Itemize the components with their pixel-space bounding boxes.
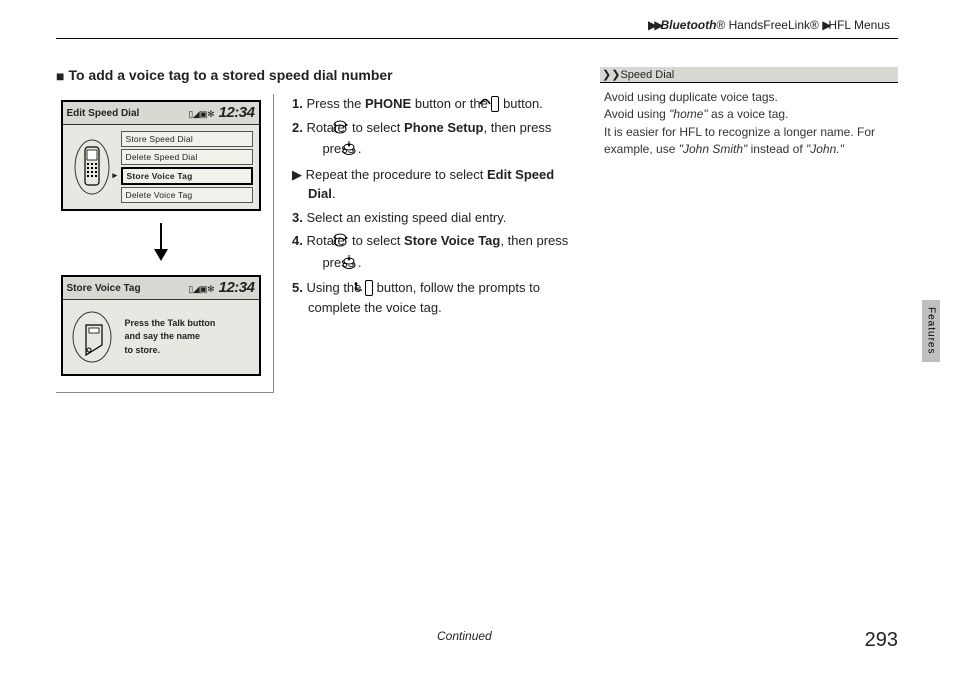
step-1: 1. Press the PHONE button or the button.: [292, 94, 576, 114]
phone-graphic-icon: [69, 139, 115, 195]
lcd-prompt: Press the Talk button and say the name t…: [121, 315, 220, 360]
continued-label: Continued: [437, 629, 492, 643]
breadcrumb-2: HandsFreeLink: [725, 18, 810, 32]
tip-line: Avoid using duplicate voice tags.: [604, 89, 894, 106]
breadcrumb-1: Bluetooth: [660, 18, 716, 32]
tip-body: Avoid using duplicate voice tags. Avoid …: [600, 83, 898, 165]
step-2-sub: ▶ Repeat the procedure to select Edit Sp…: [292, 165, 576, 204]
arrow-down-icon: [151, 221, 171, 265]
talk-icon: [365, 280, 373, 296]
instruction-steps: 1. Press the PHONE button or the button.…: [292, 94, 576, 393]
phone-tag-graphic-icon: [69, 311, 115, 363]
lcd-clock: 12:34: [219, 104, 255, 121]
screenshot-panel: Edit Speed Dial ▯◢▣✻ 12:34: [56, 94, 274, 393]
tip-line: It is easier for HFL to recognize a long…: [604, 124, 894, 159]
side-tab-features: Features: [922, 300, 940, 362]
menu-item: Delete Speed Dial: [121, 149, 253, 165]
page-number: 293: [865, 629, 898, 652]
breadcrumb-3: HFL Menus: [828, 18, 890, 32]
step-3: 3. Select an existing speed dial entry.: [292, 208, 576, 228]
step-2: 2. Rotate to select Phone Setup, then pr…: [292, 118, 576, 161]
lcd-menu: Store Speed Dial Delete Speed Dial Store…: [121, 131, 253, 203]
section-title: ■To add a voice tag to a stored speed di…: [56, 67, 576, 84]
lcd-screen-store-voice-tag: Store Voice Tag ▯◢▣✻ 12:34: [61, 275, 261, 376]
triangle-icon: ▶: [292, 167, 302, 182]
lcd-title: Edit Speed Dial: [67, 108, 140, 119]
status-icons: ▯◢▣✻: [188, 284, 214, 294]
double-chevron-icon: ❯❯: [602, 69, 620, 81]
menu-item: Delete Voice Tag: [121, 187, 253, 203]
lcd-screen-edit-speed-dial: Edit Speed Dial ▯◢▣✻ 12:34: [61, 100, 261, 211]
tip-header: ❯❯Speed Dial: [600, 67, 898, 83]
menu-item-selected: Store Voice Tag: [121, 167, 253, 185]
status-icons: ▯◢▣✻: [188, 109, 214, 119]
step-4: 4. Rotate to select Store Voice Tag, the…: [292, 231, 576, 274]
breadcrumb: ▶▶Bluetooth® HandsFreeLink® ▶HFL Menus: [56, 18, 898, 32]
divider: [56, 38, 898, 39]
lcd-clock: 12:34: [219, 279, 255, 296]
step-5: 5. Using the button, follow the prompts …: [292, 278, 576, 317]
square-bullet-icon: ■: [56, 68, 64, 84]
lcd-title: Store Voice Tag: [67, 283, 141, 294]
chevron-icon: ▶▶: [648, 18, 660, 32]
tip-line: Avoid using "home" as a voice tag.: [604, 106, 894, 123]
menu-item: Store Speed Dial: [121, 131, 253, 147]
